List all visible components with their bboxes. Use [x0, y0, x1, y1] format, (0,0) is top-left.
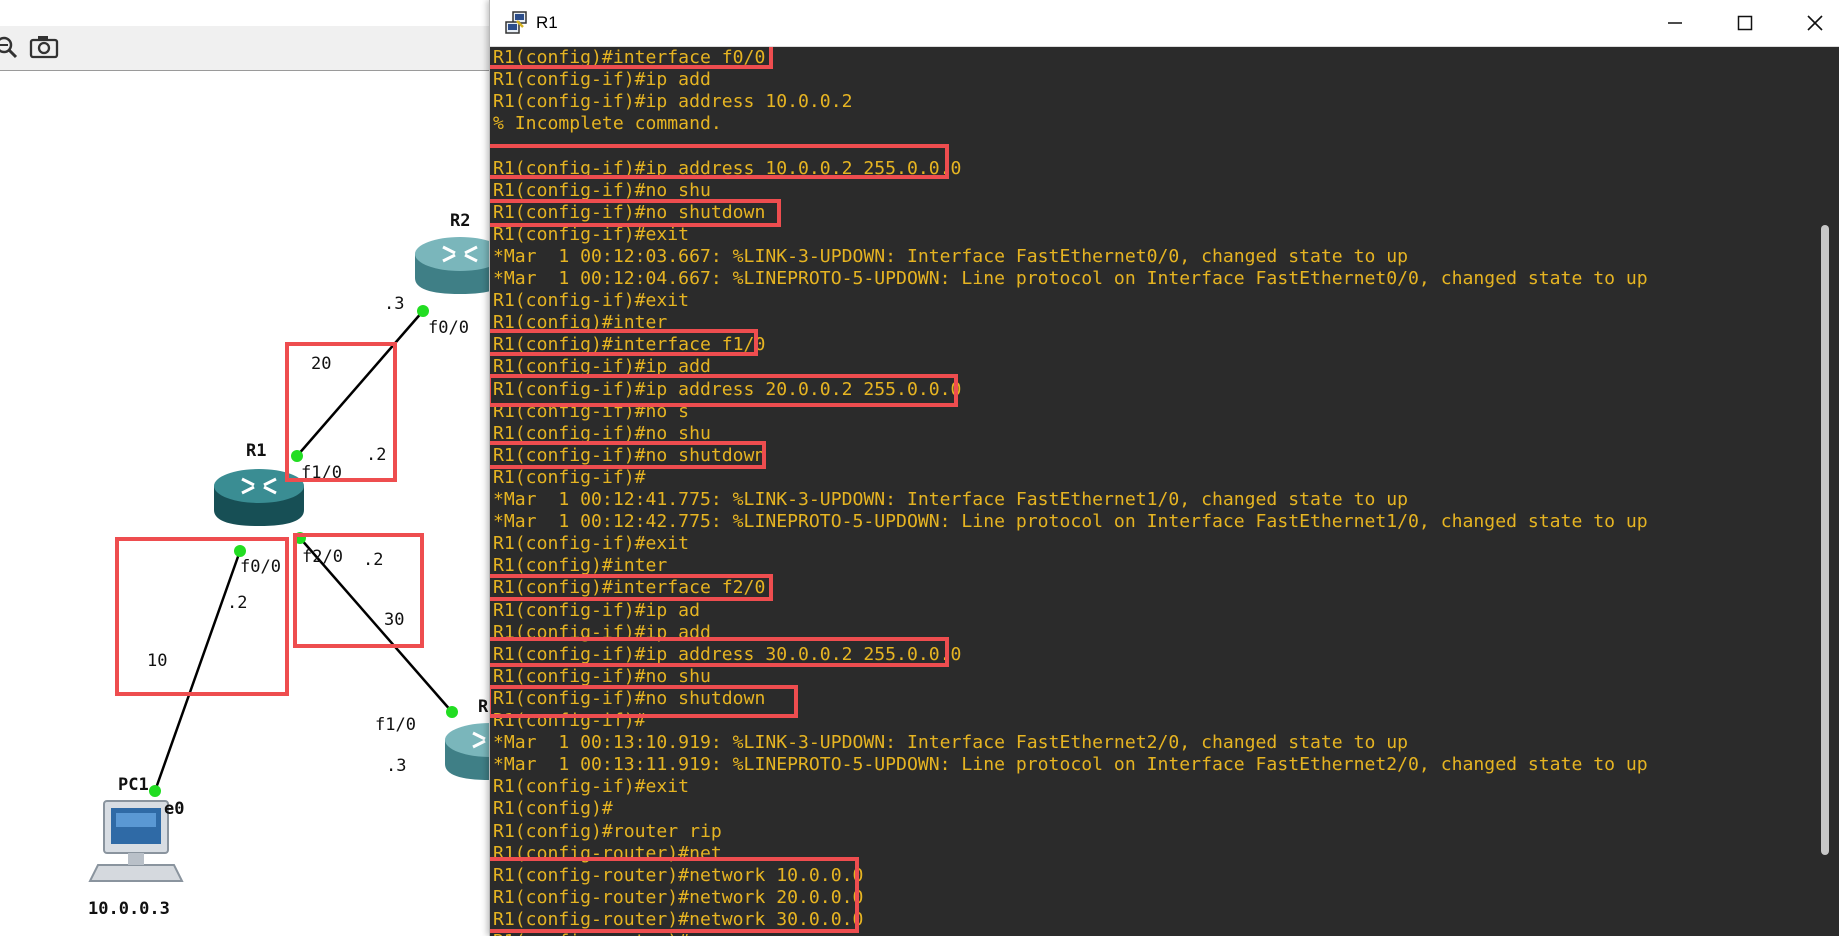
- terminal-line: R1(config-if)#exit: [493, 533, 690, 555]
- window-title: R1: [536, 13, 558, 32]
- terminal-line: *Mar 1 00:13:10.919: %LINK-3-UPDOWN: Int…: [493, 732, 1409, 754]
- terminal-line: R1(config)#interface f1/0: [493, 334, 766, 356]
- terminal-line: % Incomplete command.: [493, 113, 722, 135]
- terminal-line: R1(config-if)#exit: [493, 776, 690, 798]
- terminal-line: R1(config-router)#network 30.0.0.0: [493, 908, 864, 930]
- port-r1-f0-0: [234, 545, 246, 557]
- network-label-20: 20: [311, 354, 332, 374]
- terminal-window[interactable]: R1 R1(config-router)#R1(config-router)#n…: [489, 0, 1839, 936]
- putty-app-icon: [504, 11, 528, 35]
- host-label-r1-20: .2: [366, 445, 387, 465]
- port-r2-f0-0: [417, 305, 429, 317]
- terminal-line: R1(config-router)#network 10.0.0.0: [493, 864, 864, 886]
- pc1-ip-label: 10.0.0.3: [88, 899, 170, 919]
- terminal-line: R1(config-if)#exit: [493, 290, 690, 312]
- terminal-output[interactable]: R1(config-router)#R1(config-router)#netw…: [490, 47, 1816, 936]
- terminal-line: R1(config)#interface f2/0: [493, 577, 766, 599]
- terminal-line: R1(config-if)#no shutdown: [493, 687, 766, 709]
- host-label-r1-10: .2: [227, 593, 248, 613]
- terminal-line: R1(config)#interface f0/0: [493, 47, 766, 68]
- terminal-line: R1(config-if)#ip address 30.0.0.2 255.0.…: [493, 643, 962, 665]
- terminal-line: R1(config-if)#: [493, 710, 646, 731]
- terminal-line: *Mar 1 00:12:04.667: %LINEPROTO-5-UPDOWN…: [493, 268, 1648, 289]
- port-r3-f1-0: [446, 706, 458, 718]
- port-label-r1-f0-0: f0/0: [240, 557, 281, 577]
- terminal-line: R1(config-if)#ip add: [493, 356, 711, 378]
- terminal-line: R1(config-if)#ip address 10.0.0.2 255.0.…: [493, 157, 962, 179]
- router-r1[interactable]: [212, 466, 306, 534]
- host-label-r3: .3: [386, 756, 407, 776]
- terminal-line: R1(config)#inter: [493, 312, 668, 334]
- terminal-line: R1(config-if)#no shu: [493, 179, 711, 201]
- close-button[interactable]: [1780, 0, 1839, 46]
- close-icon: [1807, 15, 1823, 31]
- terminal-line: *Mar 1 00:12:41.775: %LINK-3-UPDOWN: Int…: [493, 489, 1409, 510]
- network-label-10: 10: [147, 651, 168, 671]
- terminal-line: R1(config-router)#net: [493, 842, 722, 864]
- minimize-icon: [1668, 22, 1682, 24]
- terminal-line: *Mar 1 00:12:03.667: %LINK-3-UPDOWN: Int…: [493, 245, 1409, 267]
- terminal-line: R1(config)#inter: [493, 555, 668, 577]
- port-label-r2-f0-0: f0/0: [428, 318, 469, 338]
- terminal-line: R1(config-if)#ip address 10.0.0.2: [493, 91, 853, 113]
- link-r1-r2: [296, 310, 424, 457]
- device-label-r2: R2: [450, 211, 471, 231]
- terminal-line: R1(config-if)#no s: [493, 400, 690, 422]
- terminal-line: R1(config-if)#ip ad: [493, 599, 700, 621]
- router-icon: [214, 469, 304, 526]
- port-r1-f1-0: [291, 450, 303, 462]
- scrollbar-thumb[interactable]: [1821, 225, 1829, 855]
- device-label-r3: R: [478, 697, 489, 717]
- terminal-line: R1(config-if)#ip add: [493, 621, 711, 643]
- host-label-r1-30: .2: [363, 550, 384, 570]
- terminal-line: R1(config-router)#: [493, 931, 689, 936]
- terminal-line: R1(config-if)#no shutdown: [493, 444, 766, 466]
- terminal-line: R1(config-if)#: [493, 466, 646, 488]
- device-label-pc1: PC1: [118, 775, 149, 795]
- terminal-line: R1(config-if)#exit: [493, 223, 690, 245]
- title-bar[interactable]: R1: [490, 0, 1839, 47]
- port-pc1-e0: [149, 785, 161, 797]
- host-label-r2: .3: [384, 294, 405, 314]
- terminal-line: R1(config)#: [493, 798, 613, 820]
- terminal-line: R1(config-if)#no shu: [493, 665, 711, 687]
- topology-canvas[interactable]: R1 R2 R PC1 f1/0 f0/0 f2/0 f0/0 f1/0 e0 …: [0, 0, 535, 936]
- maximize-icon: [1737, 15, 1753, 31]
- terminal-line: *Mar 1 00:13:11.919: %LINEPROTO-5-UPDOWN…: [493, 754, 1648, 776]
- terminal-line: R1(config)#router rip: [493, 820, 722, 842]
- network-label-30: 30: [384, 610, 405, 630]
- port-label-r1-f2-0: f2/0: [302, 547, 343, 567]
- port-label-pc1-e0: e0: [164, 799, 185, 819]
- port-label-r3-f1-0: f1/0: [375, 715, 416, 735]
- minimize-button[interactable]: [1640, 0, 1710, 46]
- port-label-r1-f1-0: f1/0: [301, 463, 342, 483]
- link-r1-pc1: [153, 550, 242, 792]
- terminal-line: R1(config-if)#ip address 20.0.0.2 255.0.…: [493, 378, 962, 400]
- terminal-line: R1(config-router)#network 20.0.0.0: [493, 886, 864, 908]
- terminal-line: *Mar 1 00:12:42.775: %LINEPROTO-5-UPDOWN…: [493, 511, 1648, 533]
- terminal-line: R1(config-if)#ip add: [493, 69, 711, 91]
- terminal-line: R1(config-if)#no shutdown: [493, 201, 766, 223]
- terminal-line: R1(config-if)#no shu: [493, 422, 711, 444]
- maximize-button[interactable]: [1710, 0, 1780, 46]
- device-label-r1: R1: [246, 441, 267, 461]
